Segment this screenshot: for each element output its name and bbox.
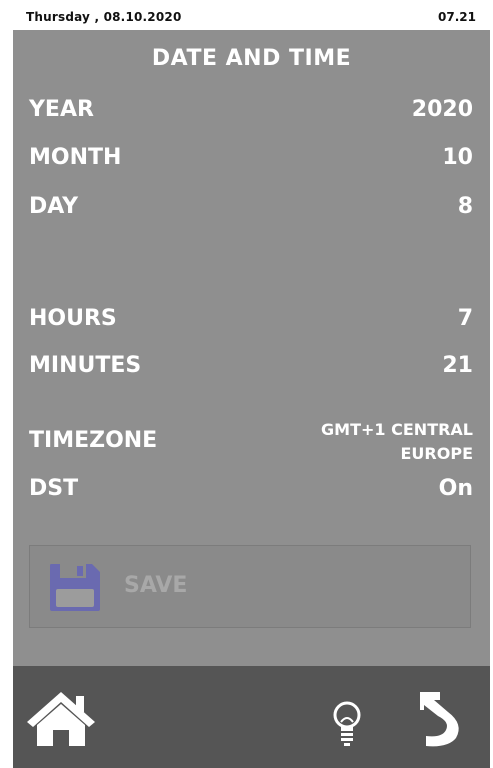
dst-value[interactable]: On bbox=[439, 476, 473, 501]
save-button[interactable]: SAVE bbox=[29, 545, 471, 628]
screen: Thursday , 08.10.2020 07.21 DATE AND TIM… bbox=[0, 0, 493, 768]
minutes-value[interactable]: 21 bbox=[442, 353, 473, 378]
minutes-label: MINUTES bbox=[29, 353, 142, 378]
hours-label: HOURS bbox=[29, 306, 117, 331]
status-date: Thursday , 08.10.2020 bbox=[26, 10, 182, 24]
date-time-panel: DATE AND TIME YEAR 2020 MONTH 10 DAY 8 H… bbox=[13, 30, 490, 666]
hours-value[interactable]: 7 bbox=[458, 306, 473, 331]
month-label: MONTH bbox=[29, 145, 122, 170]
day-label: DAY bbox=[29, 194, 79, 219]
day-value[interactable]: 8 bbox=[458, 194, 473, 219]
timezone-label: TIMEZONE bbox=[29, 428, 158, 453]
save-label: SAVE bbox=[124, 573, 188, 598]
year-label: YEAR bbox=[29, 97, 94, 122]
month-value[interactable]: 10 bbox=[442, 145, 473, 170]
status-bar: Thursday , 08.10.2020 07.21 bbox=[0, 0, 493, 30]
bottom-nav-bar bbox=[13, 666, 490, 768]
home-icon[interactable] bbox=[25, 688, 97, 748]
back-arrow-icon[interactable] bbox=[412, 688, 468, 748]
lightbulb-icon[interactable] bbox=[331, 700, 363, 748]
timezone-value-line2: EUROPE bbox=[400, 444, 474, 463]
timezone-value-line1: GMT+1 CENTRAL bbox=[321, 420, 473, 439]
year-value[interactable]: 2020 bbox=[412, 97, 473, 122]
floppy-disk-icon bbox=[50, 564, 100, 611]
timezone-value[interactable]: GMT+1 CENTRAL EUROPE bbox=[273, 418, 473, 466]
status-time: 07.21 bbox=[438, 10, 476, 24]
dst-label: DST bbox=[29, 476, 79, 501]
page-title: DATE AND TIME bbox=[151, 46, 352, 71]
